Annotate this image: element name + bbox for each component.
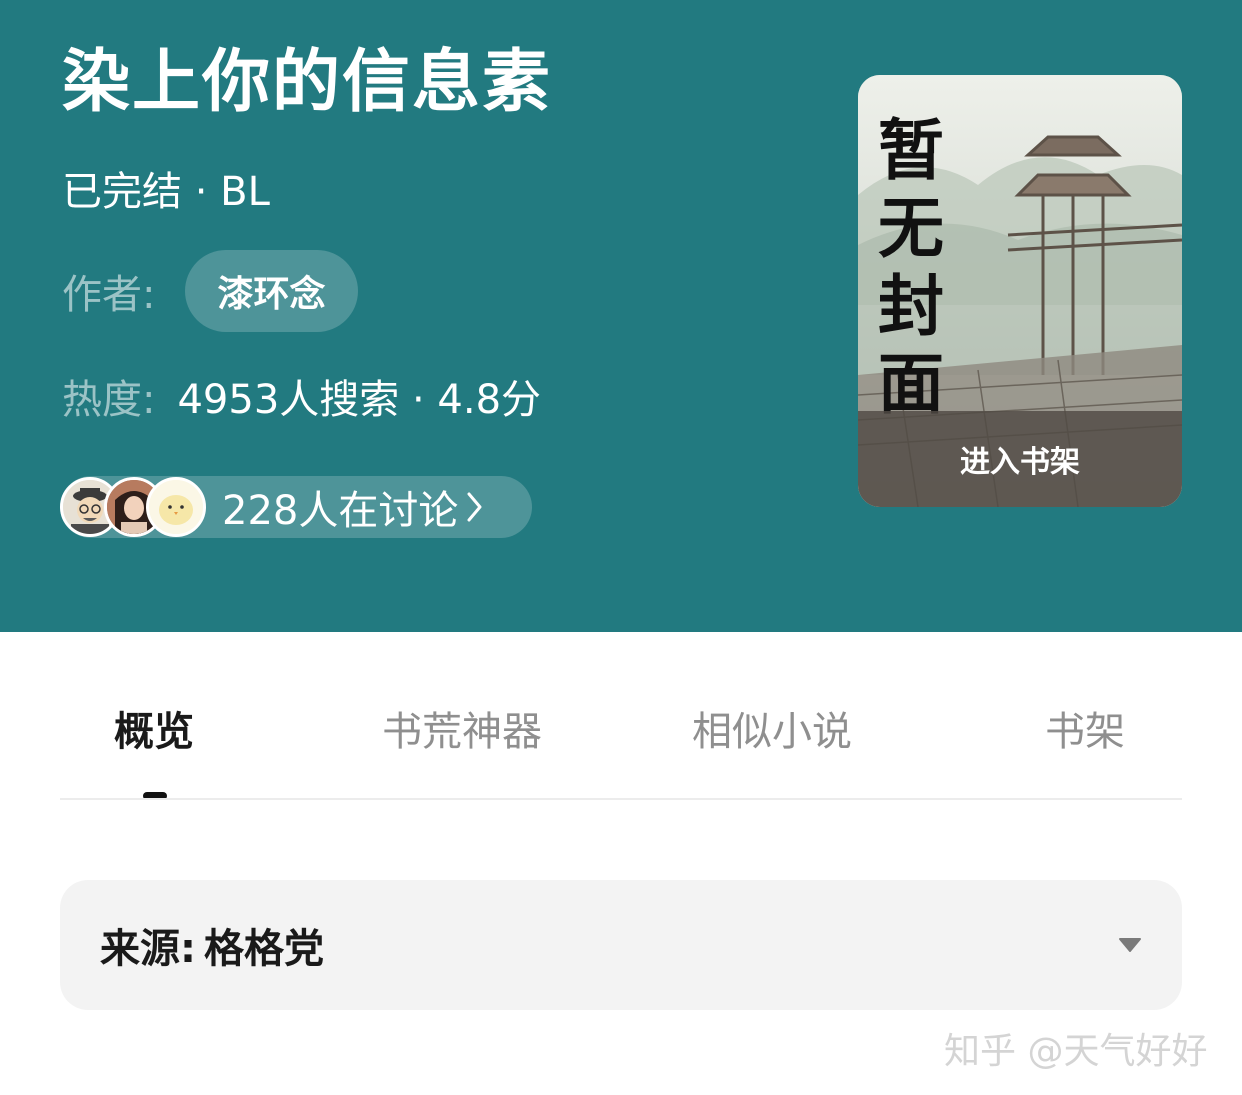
book-header: 染上你的信息素 已完结 · BL 作者: 漆环念 热度: 4953人搜索 · 4… [0, 0, 1242, 632]
heat-label: 热度: [62, 377, 156, 423]
avatar [146, 477, 206, 537]
watermark: 知乎 @天气好好 [944, 1031, 1208, 1072]
enter-bookshelf-button[interactable]: 进入书架 [858, 411, 1182, 507]
tab-divider [60, 798, 1182, 800]
source-value: 格格党 [204, 926, 324, 972]
tab-bar: 概览 书荒神器 相似小说 书架 [60, 700, 1182, 770]
heat-value: 4953人搜索 · 4.8分 [177, 377, 542, 423]
heat-row: 热度: 4953人搜索 · 4.8分 [62, 368, 541, 424]
chevron-right-icon [466, 490, 484, 524]
discussion-button[interactable]: 228人在讨论 [60, 476, 532, 538]
book-cover[interactable]: 暂无封面 进入书架 [858, 75, 1182, 507]
cover-placeholder-text: 暂无封面 [878, 112, 944, 423]
discussion-count: 228人在讨论 [222, 488, 459, 534]
tab-bookshelf[interactable]: 书架 [1045, 700, 1125, 764]
author-label: 作者: [62, 272, 156, 318]
author-row: 作者: 漆环念 [62, 250, 358, 332]
book-title: 染上你的信息素 [62, 43, 553, 122]
discussion-avatars [60, 476, 210, 538]
tab-similar-novels[interactable]: 相似小说 [692, 700, 852, 764]
book-status-genre: 已完结 · BL [62, 169, 270, 215]
source-label: 来源: [100, 926, 196, 972]
source-selector[interactable]: 来源: 格格党 [60, 880, 1182, 1010]
caret-down-icon [1118, 937, 1142, 957]
tab-overview[interactable]: 概览 [114, 700, 194, 764]
tab-book-finder[interactable]: 书荒神器 [382, 700, 542, 764]
svg-text:暂无封面: 暂无封面 [878, 112, 944, 423]
author-chip[interactable]: 漆环念 [185, 250, 358, 332]
